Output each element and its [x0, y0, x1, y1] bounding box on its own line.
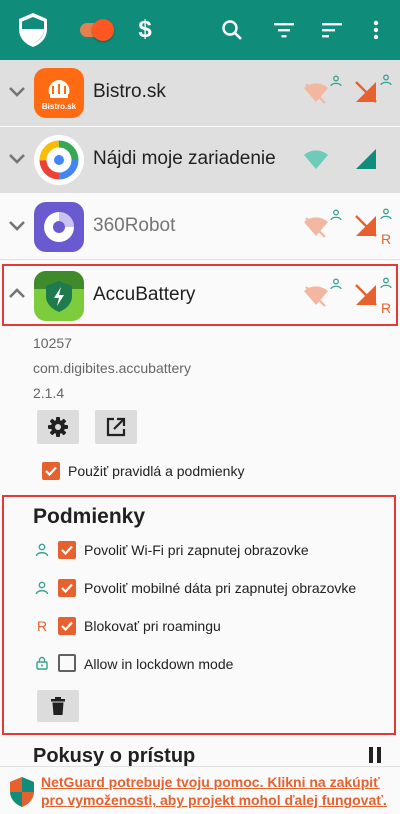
pro-button[interactable]: $	[130, 0, 160, 60]
chevron-down-icon[interactable]	[6, 147, 28, 169]
app-package: com.digibites.accubattery	[33, 360, 191, 376]
allow-data-screen-on-label: Povoliť mobilné dáta pri zapnutej obrazo…	[84, 580, 357, 596]
support-banner-link[interactable]: NetGuard potrebuje tvoju pomoc. Klikni n…	[41, 773, 397, 809]
app-row-find-my-device[interactable]: Nájdi moje zariadenie	[0, 127, 400, 193]
mobile-data-blocked-icon[interactable]	[354, 80, 378, 104]
apply-rules-label: Použiť pravidlá a podmienky	[68, 463, 245, 479]
netguard-shield-icon	[10, 777, 34, 807]
app-name: 360Robot	[93, 215, 176, 236]
block-roaming-checkbox[interactable]	[58, 617, 76, 635]
filter-icon[interactable]	[268, 0, 300, 60]
selected-row-highlight	[2, 264, 398, 326]
allow-wifi-screen-on-label: Povoliť Wi-Fi pri zapnutej obrazovke	[84, 542, 309, 558]
roaming-indicator: R	[381, 231, 392, 247]
app-name: Bistro.sk	[93, 81, 166, 102]
app-icon-bistro: Bistro.sk	[34, 68, 84, 118]
app-icon-find-my-device	[34, 135, 84, 185]
block-roaming-label: Blokovať pri roamingu	[84, 618, 221, 634]
access-attempts-title: Pokusy o prístup	[33, 745, 196, 767]
allow-lockdown-label: Allow in lockdown mode	[84, 656, 234, 672]
conditions-title: Podmienky	[33, 505, 146, 528]
roaming-r-icon: R	[37, 618, 48, 634]
support-banner[interactable]: NetGuard potrebuje tvoju pomoc. Klikni n…	[0, 766, 400, 814]
gear-icon	[48, 417, 68, 437]
app-row-360robot[interactable]: 360Robot R	[0, 194, 400, 260]
search-icon[interactable]	[216, 0, 248, 60]
person-icon	[35, 543, 49, 557]
allow-wifi-screen-on-checkbox[interactable]	[58, 541, 76, 559]
mobile-data-blocked-icon[interactable]	[354, 214, 378, 238]
sort-icon[interactable]	[316, 0, 348, 60]
allow-data-screen-on-checkbox[interactable]	[58, 579, 76, 597]
screen-on-wifi-icon	[330, 75, 342, 87]
wifi-blocked-icon[interactable]	[303, 216, 329, 238]
app-row-bistro[interactable]: Bistro.sk Bistro.sk	[0, 60, 400, 126]
chevron-down-icon[interactable]	[6, 80, 28, 102]
toolbar: $	[0, 0, 400, 60]
app-name: Nájdi moje zariadenie	[93, 148, 276, 169]
svg-text:Bistro.sk: Bistro.sk	[42, 102, 77, 111]
shield-icon	[14, 0, 52, 60]
allow-lockdown-checkbox[interactable]	[58, 654, 76, 672]
open-in-new-icon	[106, 417, 126, 437]
apply-rules-checkbox[interactable]	[42, 462, 60, 480]
trash-icon	[51, 697, 65, 715]
screen-on-wifi-icon	[330, 209, 342, 221]
chevron-down-icon[interactable]	[6, 214, 28, 236]
screen-on-data-icon	[380, 208, 392, 220]
pause-icon[interactable]	[366, 746, 384, 764]
open-app-button[interactable]	[95, 410, 137, 444]
app-settings-button[interactable]	[37, 410, 79, 444]
screen-on-data-icon	[380, 74, 392, 86]
enable-switch[interactable]	[78, 0, 116, 60]
mobile-data-allowed-icon[interactable]	[354, 147, 378, 171]
app-uid: 10257	[33, 335, 72, 351]
lock-icon	[36, 656, 48, 670]
wifi-blocked-icon[interactable]	[303, 82, 329, 104]
app-version: 2.1.4	[33, 385, 65, 401]
person-icon	[35, 581, 49, 595]
wifi-allowed-icon[interactable]	[303, 149, 329, 171]
delete-button[interactable]	[37, 690, 79, 722]
more-options-icon[interactable]	[362, 0, 390, 60]
app-icon-360robot	[34, 202, 84, 252]
